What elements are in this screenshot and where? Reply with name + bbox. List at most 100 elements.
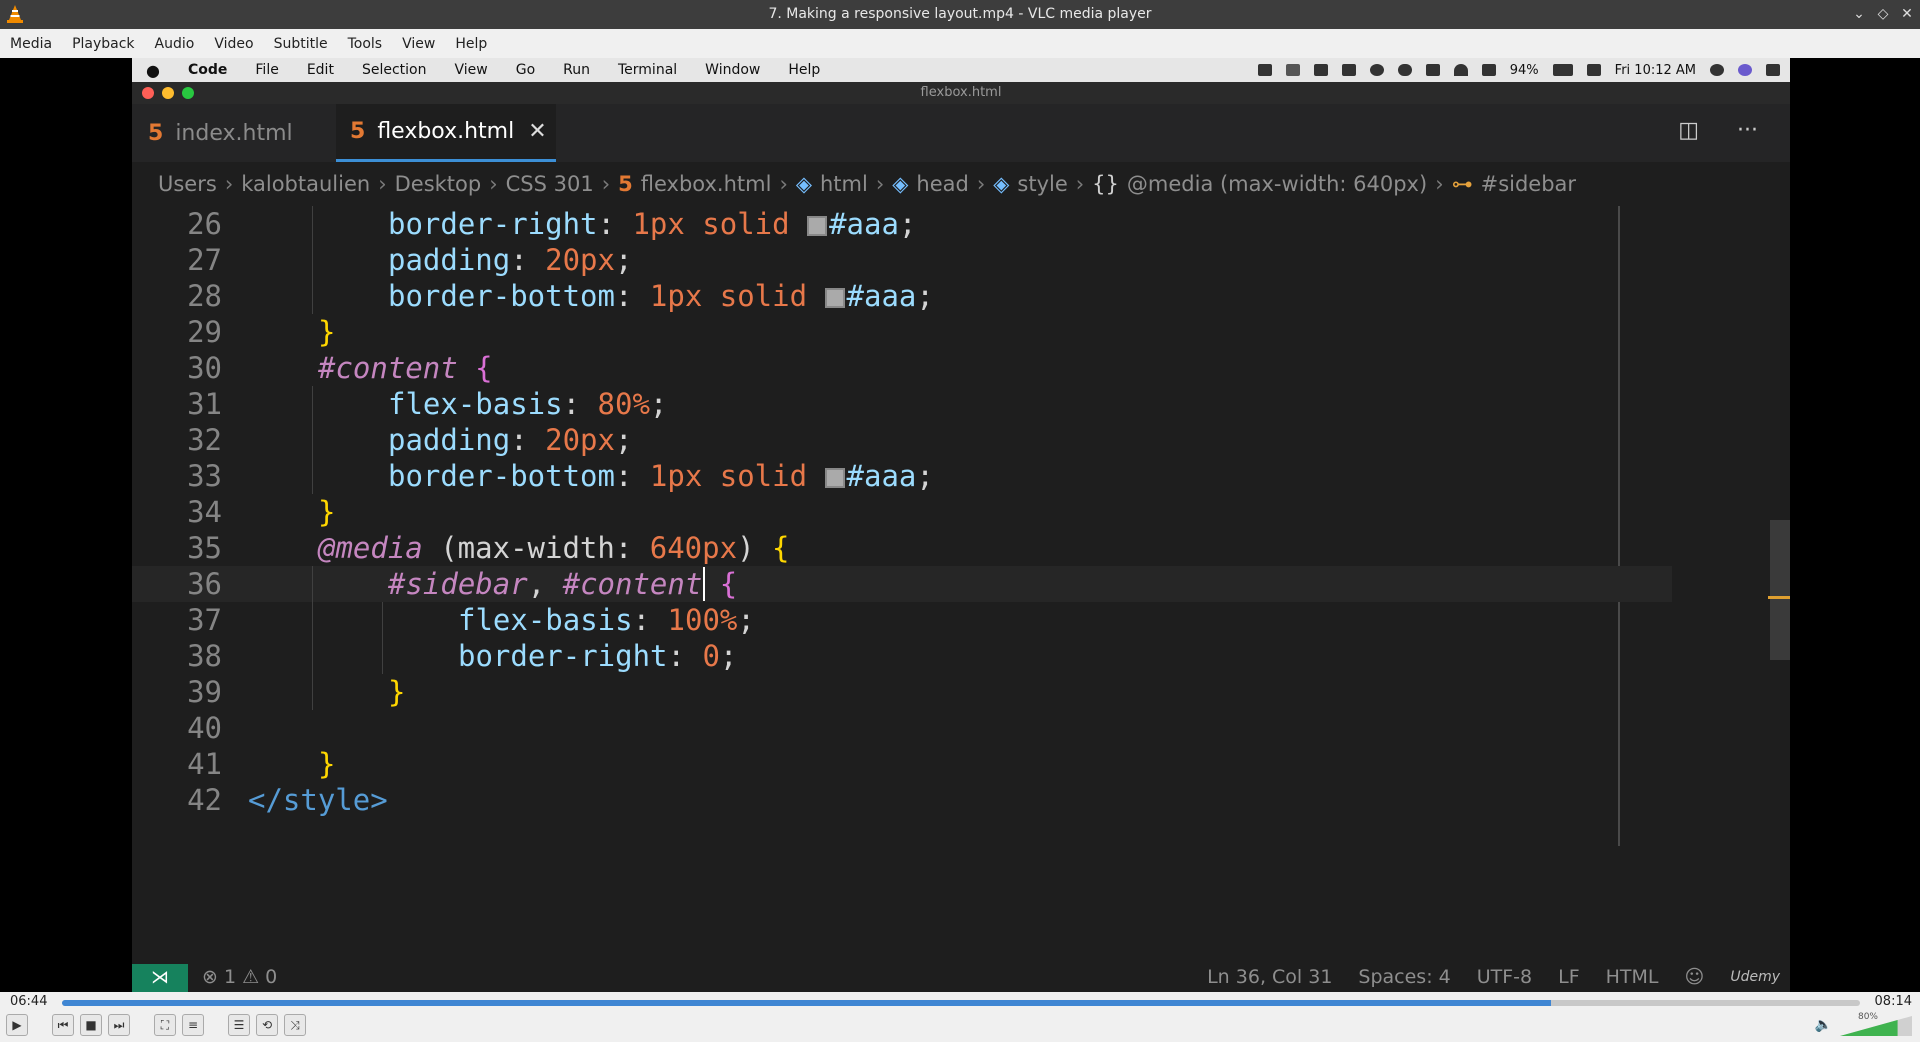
fullscreen-button[interactable]: ⛶ <box>154 1014 176 1036</box>
line-number: 39 <box>187 675 222 709</box>
code-token: solid <box>719 459 808 493</box>
code-token: #aaa <box>829 207 899 241</box>
code-text: flex-basis: 100%; <box>458 602 755 638</box>
line-number: 33 <box>187 459 222 493</box>
next-icon: ⏭ <box>113 1017 125 1032</box>
code-text: #sidebar, #content { <box>388 566 737 602</box>
next-button[interactable]: ⏭ <box>108 1014 130 1036</box>
menu-playback[interactable]: Playback <box>72 36 134 52</box>
menu-help[interactable]: Help <box>455 36 487 52</box>
previous-button[interactable]: ⏮ <box>52 1014 74 1036</box>
code-line: 36 #sidebar, #content { <box>132 566 1672 602</box>
mac-menu-selection: Selection <box>361 62 427 78</box>
mac-menu-terminal: Terminal <box>618 62 678 78</box>
mac-menu-window: Window <box>705 62 761 78</box>
speaker-icon[interactable]: 🔈 <box>1815 1017 1832 1033</box>
code-token: border-bottom <box>388 279 615 313</box>
code-token: : <box>510 243 546 277</box>
remote-indicator-icon: ⋊ <box>132 964 188 992</box>
battery-icon <box>1552 64 1573 76</box>
code-line: 35 @media (max-width: 640px) { <box>132 530 1672 566</box>
indentation: Spaces: 4 <box>1358 966 1451 988</box>
code-line: 29} <box>132 314 1672 350</box>
editor-statusbar: ⋊ ⊗ 1 ⚠ 0 Ln 36, Col 31 Spaces: 4 UTF-8 … <box>132 964 1790 992</box>
code-line: 41} <box>132 746 1672 782</box>
playlist-button[interactable]: ☰ <box>228 1014 250 1036</box>
airplay-icon <box>1425 64 1440 76</box>
code-text: } <box>318 746 335 782</box>
minimize-icon[interactable]: ⌄ <box>1850 3 1868 25</box>
editor-tabbar: 5 index.html 5 flexbox.html ✕ ◫ ··· <box>132 104 1790 162</box>
code-token: ; <box>614 243 633 277</box>
stop-button[interactable]: ■ <box>80 1014 102 1036</box>
chevron-right-icon: › <box>1435 172 1444 196</box>
menu-subtitle[interactable]: Subtitle <box>274 36 328 52</box>
video-area[interactable]: ● Code File Edit Selection View Go Run T… <box>0 58 1920 992</box>
shuffle-button[interactable]: ⤨ <box>284 1014 306 1036</box>
html5-icon: 5 <box>618 172 633 196</box>
traffic-zoom-icon <box>182 87 194 99</box>
code-line: 28 border-bottom: 1px solid #aaa; <box>132 278 1672 314</box>
overview-ruler-mark <box>1768 596 1790 599</box>
menu-audio[interactable]: Audio <box>155 36 195 52</box>
volume-slider[interactable]: 80% <box>1840 1012 1912 1036</box>
indent-guide <box>312 422 313 458</box>
indent-guide <box>312 602 313 638</box>
code-token: { <box>771 531 790 565</box>
chevron-right-icon: › <box>224 172 234 196</box>
mac-menu-file: File <box>255 62 279 78</box>
menu-video[interactable]: Video <box>214 36 253 52</box>
breadcrumb-item: head <box>916 172 969 196</box>
menu-media[interactable]: Media <box>10 36 52 52</box>
code-token: ; <box>719 639 738 673</box>
code-token: 100% <box>667 603 738 637</box>
code-text: } <box>388 674 405 710</box>
menu-tools[interactable]: Tools <box>348 36 383 52</box>
editor-window-title: flexbox.html <box>132 82 1790 104</box>
code-token: : <box>667 639 703 673</box>
editor-title-text: flexbox.html <box>920 85 1002 100</box>
window-title: 7. Making a responsive layout.mp4 - VLC … <box>768 6 1152 22</box>
code-text: } <box>318 314 335 350</box>
encoding: UTF-8 <box>1476 966 1533 988</box>
close-window-icon[interactable]: ✕ <box>1898 3 1916 25</box>
color-swatch-icon <box>807 216 828 236</box>
tab-flexbox-html: 5 flexbox.html ✕ <box>336 104 556 162</box>
breadcrumb-item: style <box>1017 172 1068 196</box>
code-token: ; <box>916 279 934 313</box>
code-line: 38 border-right: 0; <box>132 638 1672 674</box>
cursor-position: Ln 36, Col 31 <box>1207 966 1333 988</box>
line-number: 30 <box>187 351 222 385</box>
code-token: padding <box>388 243 511 277</box>
traffic-minimize-icon <box>162 87 174 99</box>
code-token: ; <box>614 423 633 457</box>
seek-slider[interactable] <box>62 1000 1860 1006</box>
play-button[interactable]: ▶ <box>6 1014 28 1036</box>
maximize-icon[interactable]: ◇ <box>1874 3 1892 25</box>
indent-guide <box>382 602 383 638</box>
chevron-right-icon: › <box>489 172 498 196</box>
loop-button[interactable]: ⟲ <box>256 1014 278 1036</box>
code-token: #aaa <box>846 459 917 493</box>
code-token: } <box>388 675 406 709</box>
code-token: 1px <box>632 207 685 241</box>
code-token: 640px <box>649 531 738 565</box>
breadcrumb-item: Users <box>158 172 217 196</box>
brightness-icon <box>1369 64 1384 76</box>
feedback-icon: ☺ <box>1684 966 1705 988</box>
extended-settings-button[interactable]: ≡ <box>182 1014 204 1036</box>
code-token: ; <box>649 387 668 421</box>
notification-center-icon <box>1766 64 1780 76</box>
indent-guide <box>312 566 313 602</box>
menu-view[interactable]: View <box>402 36 435 52</box>
breadcrumb-item: html <box>820 172 868 196</box>
code-text: </style> <box>248 782 388 818</box>
player-controls: 06:44 08:14 ▶ ⏮ ■ ⏭ ⛶ ≡ ☰ ⟲ ⤨ 🔈 80% <box>0 992 1920 1042</box>
screen-record-icon <box>1257 64 1272 76</box>
line-number: 36 <box>187 567 222 601</box>
chevron-right-icon: › <box>378 172 387 196</box>
